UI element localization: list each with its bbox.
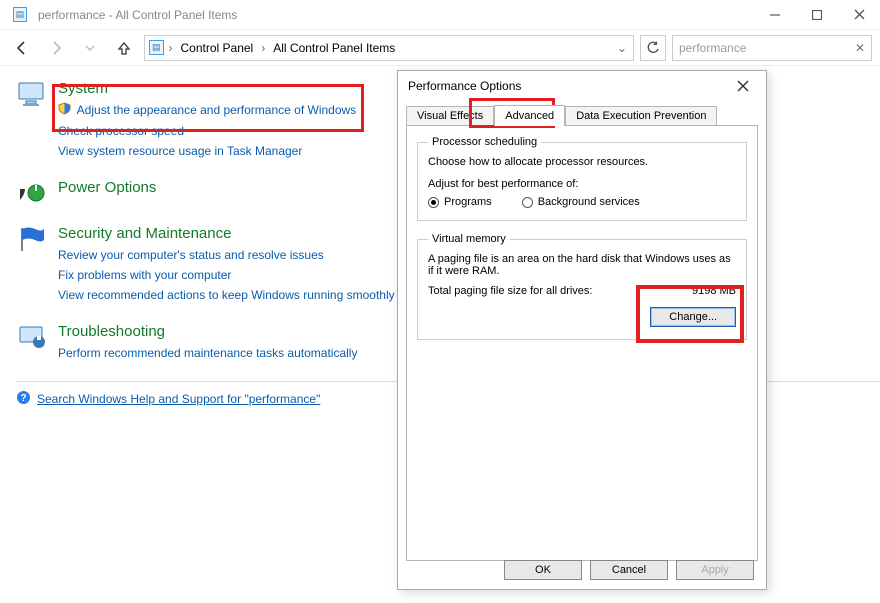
- chevron-right-icon[interactable]: ›: [258, 41, 268, 55]
- link-task-manager-usage[interactable]: View system resource usage in Task Manag…: [58, 141, 356, 161]
- search-input[interactable]: performance ✕: [672, 35, 872, 61]
- link-review-status[interactable]: Review your computer's status and resolv…: [58, 245, 395, 265]
- window-titlebar: ▤ performance - All Control Panel Items: [0, 0, 880, 30]
- monitor-icon: [16, 80, 48, 161]
- tab-dep[interactable]: Data Execution Prevention: [565, 106, 717, 125]
- vm-desc: A paging file is an area on the hard dis…: [428, 253, 736, 277]
- performance-options-dialog: Performance Options Visual Effects Advan…: [397, 70, 767, 590]
- help-link[interactable]: Search Windows Help and Support for "per…: [37, 392, 320, 406]
- breadcrumb[interactable]: ▤ › Control Panel › All Control Panel It…: [144, 35, 634, 61]
- minimize-button[interactable]: [754, 0, 796, 30]
- category-title[interactable]: Power Options: [58, 179, 156, 196]
- maximize-button[interactable]: [796, 0, 838, 30]
- group-processor-scheduling: Processor scheduling Choose how to alloc…: [417, 136, 747, 221]
- link-fix-problems[interactable]: Fix problems with your computer: [58, 265, 395, 285]
- link-maintenance-tasks[interactable]: Perform recommended maintenance tasks au…: [58, 343, 357, 363]
- radio-dot-icon: [522, 197, 533, 208]
- link-recommended-actions[interactable]: View recommended actions to keep Windows…: [58, 285, 395, 305]
- group-virtual-memory: Virtual memory A paging file is an area …: [417, 233, 747, 340]
- svg-text:?: ?: [20, 393, 26, 404]
- group-legend: Processor scheduling: [428, 136, 541, 148]
- dialog-titlebar: Performance Options: [398, 71, 766, 101]
- breadcrumb-item[interactable]: Control Panel: [178, 41, 257, 55]
- dialog-close-button[interactable]: [730, 73, 756, 99]
- tab-advanced[interactable]: Advanced: [494, 105, 565, 126]
- category-title[interactable]: Security and Maintenance: [58, 225, 395, 242]
- dialog-tabs: Visual Effects Advanced Data Execution P…: [398, 101, 766, 125]
- flag-icon: [16, 225, 48, 305]
- window-title: performance - All Control Panel Items: [38, 8, 754, 22]
- navigation-bar: ▤ › Control Panel › All Control Panel It…: [0, 30, 880, 66]
- forward-button[interactable]: [42, 34, 70, 62]
- vm-total-label: Total paging file size for all drives:: [428, 285, 592, 297]
- vm-total-value: 9198 MB: [692, 285, 736, 297]
- refresh-button[interactable]: [640, 35, 666, 61]
- chevron-right-icon[interactable]: ›: [166, 41, 176, 55]
- help-icon: ?: [16, 390, 31, 408]
- category-title[interactable]: System: [58, 80, 356, 97]
- search-placeholder: performance: [679, 41, 746, 55]
- radio-programs[interactable]: Programs: [428, 196, 492, 208]
- chevron-down-icon[interactable]: ⌄: [611, 41, 633, 55]
- power-icon: [16, 179, 48, 207]
- control-panel-icon: ▤: [149, 40, 164, 55]
- link-adjust-appearance[interactable]: Adjust the appearance and performance of…: [58, 100, 356, 121]
- radio-dot-icon: [428, 197, 439, 208]
- cancel-button[interactable]: Cancel: [590, 560, 668, 580]
- adjust-label: Adjust for best performance of:: [428, 178, 736, 190]
- close-button[interactable]: [838, 0, 880, 30]
- tab-visual-effects[interactable]: Visual Effects: [406, 106, 494, 125]
- shield-icon: [58, 101, 71, 121]
- clear-search-icon[interactable]: ✕: [855, 41, 865, 55]
- tab-panel-advanced: Processor scheduling Choose how to alloc…: [406, 125, 758, 561]
- group-legend: Virtual memory: [428, 233, 510, 245]
- up-button[interactable]: [110, 34, 138, 62]
- change-button[interactable]: Change...: [650, 307, 736, 327]
- troubleshoot-icon: [16, 323, 48, 363]
- processor-desc: Choose how to allocate processor resourc…: [428, 156, 736, 168]
- dialog-buttons: OK Cancel Apply: [504, 560, 754, 580]
- dialog-title: Performance Options: [408, 79, 521, 93]
- breadcrumb-item[interactable]: All Control Panel Items: [270, 41, 398, 55]
- app-icon: ▤: [8, 6, 32, 24]
- link-check-cpu-speed[interactable]: Check processor speed: [58, 121, 356, 141]
- ok-button[interactable]: OK: [504, 560, 582, 580]
- radio-background-services[interactable]: Background services: [522, 196, 640, 208]
- recent-dropdown[interactable]: [76, 34, 104, 62]
- back-button[interactable]: [8, 34, 36, 62]
- apply-button[interactable]: Apply: [676, 560, 754, 580]
- category-title[interactable]: Troubleshooting: [58, 323, 357, 340]
